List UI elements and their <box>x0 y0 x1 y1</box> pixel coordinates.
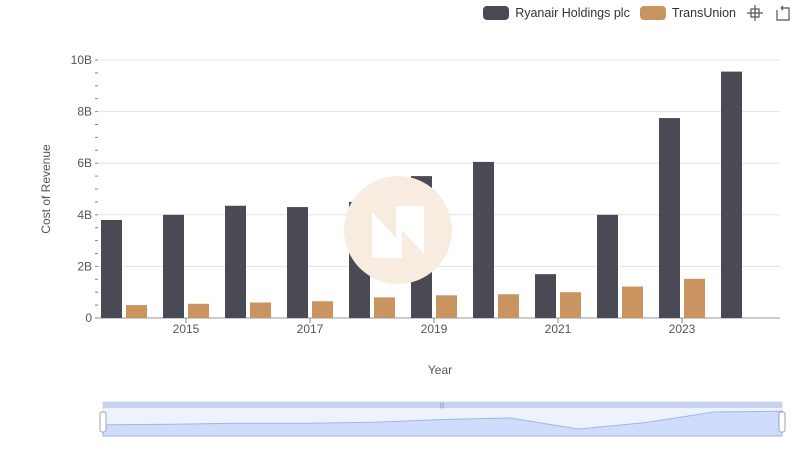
bar-transunion-2022[interactable] <box>622 286 643 318</box>
slider-left-handle[interactable] <box>99 411 107 433</box>
bar-transunion-2018[interactable] <box>374 297 395 318</box>
bar-transunion-2020[interactable] <box>498 294 519 318</box>
y-tick-label: 4B <box>77 208 92 222</box>
bar-ryanair-2014[interactable] <box>101 219 122 318</box>
legend-label-transunion: TransUnion <box>671 6 736 20</box>
bar-ryanair-2024[interactable] <box>721 71 742 318</box>
y-tick-label: 0 <box>85 311 92 325</box>
x-tick-label: 2015 <box>173 322 200 336</box>
y-tick-label: 6B <box>77 156 92 170</box>
bar-ryanair-2016[interactable] <box>225 205 246 318</box>
slider-right-handle[interactable] <box>778 411 786 433</box>
bar-ryanair-2015[interactable] <box>163 214 184 318</box>
crosshair-zoom-icon[interactable] <box>746 4 764 22</box>
x-tick-label: 2019 <box>421 322 448 336</box>
legend-swatch-ryanair <box>483 6 510 20</box>
bar-transunion-2014[interactable] <box>126 305 147 318</box>
y-tick-label: 10B <box>71 53 92 67</box>
x-axis-ticks: 2015 2017 2019 2021 2023 <box>173 318 696 336</box>
x-tick-label: 2017 <box>297 322 324 336</box>
slider-grip-icon[interactable]: ||| <box>440 403 445 409</box>
reset-zoom-icon[interactable] <box>774 4 792 22</box>
x-tick-label: 2023 <box>669 322 696 336</box>
watermark-logo <box>344 176 452 284</box>
x-axis-label: Year <box>428 363 452 377</box>
legend-label-ryanair: Ryanair Holdings plc <box>515 6 630 20</box>
bar-transunion-2015[interactable] <box>188 303 209 318</box>
bar-transunion-2017[interactable] <box>312 301 333 318</box>
bar-transunion-2021[interactable] <box>560 292 581 318</box>
bar-transunion-2019[interactable] <box>436 295 457 318</box>
legend: Ryanair Holdings plc TransUnion <box>483 4 792 22</box>
bar-ryanair-2021[interactable] <box>535 274 556 318</box>
bar-ryanair-2022[interactable] <box>597 214 618 318</box>
bar-transunion-2016[interactable] <box>250 302 271 318</box>
x-tick-label: 2021 <box>545 322 572 336</box>
bar-ryanair-2017[interactable] <box>287 207 308 318</box>
y-axis-ticks: 0 2B 4B 6B 8B 10B <box>71 53 98 325</box>
bar-ryanair-2020[interactable] <box>473 161 494 318</box>
data-zoom-slider[interactable]: ||| <box>99 401 786 437</box>
y-tick-label: 8B <box>77 105 92 119</box>
y-axis-label: Cost of Revenue <box>39 144 53 234</box>
bar-transunion-2023[interactable] <box>684 278 705 318</box>
y-tick-label: 2B <box>77 259 92 273</box>
bar-ryanair-2023[interactable] <box>659 118 680 318</box>
legend-item-ryanair[interactable]: Ryanair Holdings plc <box>483 6 630 20</box>
legend-item-transunion[interactable]: TransUnion <box>639 6 736 20</box>
legend-swatch-transunion <box>639 6 666 20</box>
